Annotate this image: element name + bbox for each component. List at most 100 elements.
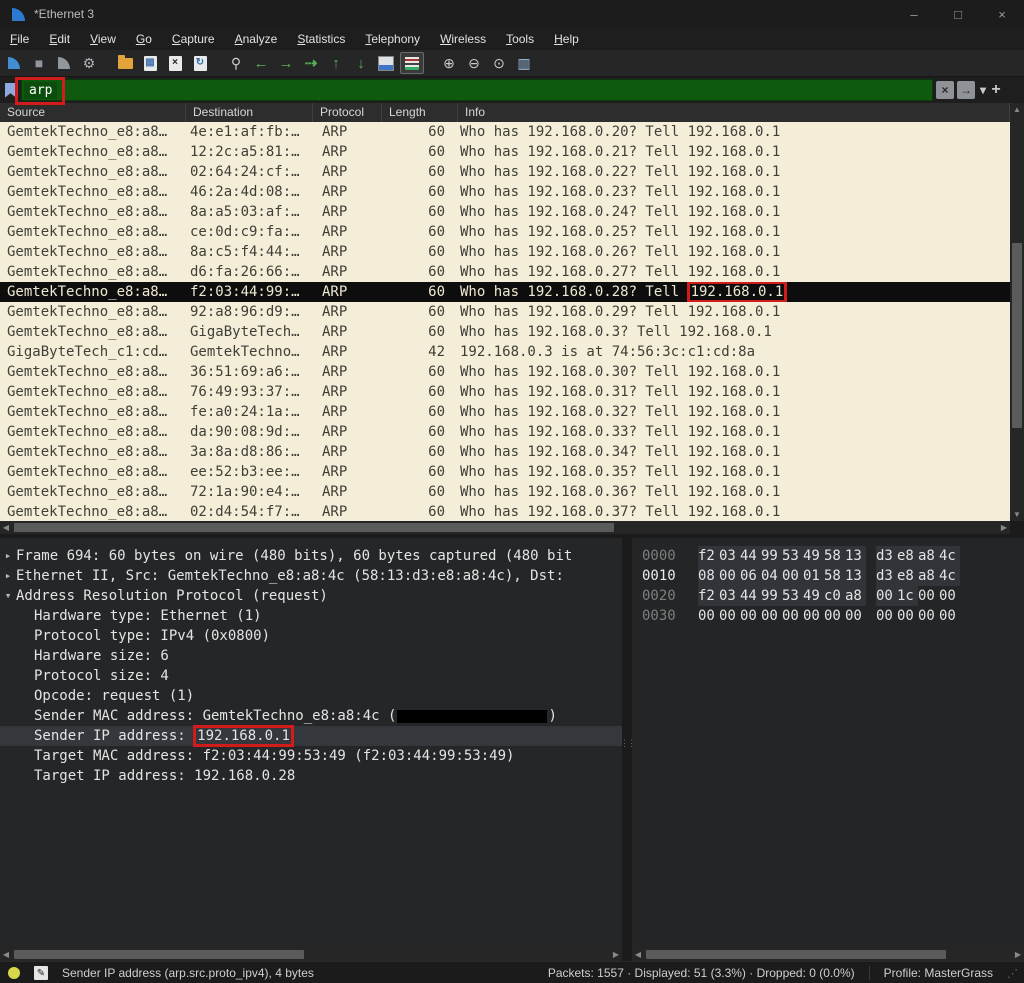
table-row[interactable]: GemtekTechno_e8:a8…12:2c:a5:81:…ARP60Who… (0, 142, 1010, 162)
packet-list-hscrollbar[interactable]: ◀ ▶ (0, 521, 1010, 534)
colorize-list-icon[interactable] (400, 52, 424, 74)
column-header-info[interactable]: Info (458, 103, 1010, 122)
table-row[interactable]: GemtekTechno_e8:a8…d6:fa:26:66:…ARP60Who… (0, 262, 1010, 282)
expert-info-icon[interactable] (8, 967, 20, 979)
table-row[interactable]: GemtekTechno_e8:a8…ce:0d:c9:fa:…ARP60Who… (0, 222, 1010, 242)
table-row[interactable]: GemtekTechno_e8:a8…02:d4:54:f7:…ARP60Who… (0, 502, 1010, 521)
resize-columns-icon[interactable]: ▥ (513, 53, 535, 73)
expander-icon[interactable]: ▸ (0, 546, 16, 566)
scroll-up-icon[interactable]: ▲ (1010, 105, 1024, 114)
details-hscrollbar[interactable]: ◀ ▶ (0, 948, 622, 961)
filter-dropdown[interactable]: ▾ (978, 81, 988, 99)
detail-line[interactable]: Protocol type: IPv4 (0x0800) (0, 626, 622, 646)
table-row[interactable]: GemtekTechno_e8:a8…36:51:69:a6:…ARP60Who… (0, 362, 1010, 382)
table-row[interactable]: GemtekTechno_e8:a8…46:2a:4d:08:…ARP60Who… (0, 182, 1010, 202)
detail-line[interactable]: ▸Frame 694: 60 bytes on wire (480 bits),… (0, 546, 622, 566)
table-row[interactable]: GemtekTechno_e8:a8…72:1a:90:e4:…ARP60Who… (0, 482, 1010, 502)
find-packet-icon[interactable]: ⚲ (225, 53, 247, 73)
minimize-button[interactable]: – (892, 0, 936, 28)
menu-wireless[interactable]: Wireless (430, 30, 496, 48)
file-close-icon[interactable]: × (164, 53, 186, 73)
display-filter-input[interactable]: arp (21, 79, 933, 101)
hex-row[interactable]: 0030000000000000000000000000 (642, 606, 1024, 626)
menu-statistics[interactable]: Statistics (287, 30, 355, 48)
apply-filter[interactable]: → (957, 81, 975, 99)
scroll-right-icon[interactable]: ▶ (998, 523, 1010, 532)
table-row[interactable]: GemtekTechno_e8:a8…3a:8a:d8:86:…ARP60Who… (0, 442, 1010, 462)
detail-line[interactable]: Sender MAC address: GemtekTechno_e8:a8:4… (0, 706, 622, 726)
zoom-out-icon[interactable]: ⊖ (463, 53, 485, 73)
bytes-hscrollbar[interactable]: ◀ ▶ (632, 948, 1024, 961)
table-row[interactable]: GemtekTechno_e8:a8…8a:a5:03:af:…ARP60Who… (0, 202, 1010, 222)
menu-view[interactable]: View (80, 30, 126, 48)
detail-line[interactable]: ▾Address Resolution Protocol (request) (0, 586, 622, 606)
table-row[interactable]: GemtekTechno_e8:a8…76:49:93:37:…ARP60Who… (0, 382, 1010, 402)
menu-help[interactable]: Help (544, 30, 589, 48)
menu-edit[interactable]: Edit (39, 30, 80, 48)
menu-tools[interactable]: Tools (496, 30, 544, 48)
scroll-left-icon[interactable]: ◀ (632, 950, 644, 959)
hex-row[interactable]: 0020f20344995349c0a8001c0000 (642, 586, 1024, 606)
scroll-thumb[interactable] (646, 950, 946, 959)
table-row[interactable]: GemtekTechno_e8:a8…ee:52:b3:ee:…ARP60Who… (0, 462, 1010, 482)
file-reload-icon[interactable]: ↻ (189, 53, 211, 73)
go-last-packet-icon[interactable]: ↓ (350, 53, 372, 73)
detail-line[interactable]: ▸Ethernet II, Src: GemtekTechno_e8:a8:4c… (0, 566, 622, 586)
capture-options-icon[interactable]: ⚙ (78, 53, 100, 73)
column-header-length[interactable]: Length (382, 103, 458, 122)
expander-icon[interactable]: ▸ (0, 566, 16, 586)
hex-row[interactable]: 0000f203449953495813d3e8a84c (642, 546, 1024, 566)
capture-start-icon[interactable] (3, 53, 25, 73)
go-first-packet-icon[interactable]: ↑ (325, 53, 347, 73)
packet-list-vscrollbar[interactable]: ▲ ▼ (1010, 103, 1024, 521)
go-to-packet-icon[interactable]: ⇢ (300, 53, 322, 73)
detail-line[interactable]: Target IP address: 192.168.0.28 (0, 766, 622, 786)
scroll-thumb[interactable] (14, 523, 614, 532)
menu-analyze[interactable]: Analyze (225, 30, 288, 48)
expander-icon[interactable]: ▾ (0, 586, 16, 606)
hex-row[interactable]: 00100800060400015813d3e8a84c (642, 566, 1024, 586)
table-row[interactable]: GemtekTechno_e8:a8…fe:a0:24:1a:…ARP60Who… (0, 402, 1010, 422)
pane-divider[interactable]: ⋮⋮ (622, 538, 632, 948)
detail-line[interactable]: Hardware type: Ethernet (1) (0, 606, 622, 626)
detail-line[interactable]: Hardware size: 6 (0, 646, 622, 666)
maximize-button[interactable]: □ (936, 0, 980, 28)
scroll-thumb[interactable] (1012, 243, 1022, 428)
add-filter-button[interactable]: + (991, 81, 1001, 99)
zoom-in-icon[interactable]: ⊕ (438, 53, 460, 73)
table-row[interactable]: GemtekTechno_e8:a8…02:64:24:cf:…ARP60Who… (0, 162, 1010, 182)
resize-grip-icon[interactable]: ⋰ (1007, 967, 1018, 980)
auto-scroll-icon[interactable] (375, 53, 397, 73)
file-save-icon[interactable]: ▦ (139, 53, 161, 73)
menu-capture[interactable]: Capture (162, 30, 225, 48)
menu-go[interactable]: Go (126, 30, 162, 48)
menu-telephony[interactable]: Telephony (355, 30, 430, 48)
scroll-down-icon[interactable]: ▼ (1010, 510, 1024, 519)
table-row[interactable]: GigaByteTech_c1:cd…GemtekTechno…ARP42192… (0, 342, 1010, 362)
detail-line[interactable]: Sender IP address: 192.168.0.1 (0, 726, 622, 746)
zoom-original-icon[interactable]: ⊙ (488, 53, 510, 73)
capture-comment-icon[interactable]: ✎ (34, 966, 48, 980)
detail-line[interactable]: Opcode: request (1) (0, 686, 622, 706)
table-row[interactable]: GemtekTechno_e8:a8…4e:e1:af:fb:…ARP60Who… (0, 122, 1010, 142)
table-row[interactable]: GemtekTechno_e8:a8…GigaByteTech…ARP60Who… (0, 322, 1010, 342)
detail-line[interactable]: Target MAC address: f2:03:44:99:53:49 (f… (0, 746, 622, 766)
scroll-right-icon[interactable]: ▶ (610, 950, 622, 959)
scroll-right-icon[interactable]: ▶ (1012, 950, 1024, 959)
table-row[interactable]: GemtekTechno_e8:a8…da:90:08:9d:…ARP60Who… (0, 422, 1010, 442)
file-open-icon[interactable] (114, 53, 136, 73)
close-button[interactable]: × (980, 0, 1024, 28)
column-header-protocol[interactable]: Protocol (313, 103, 382, 122)
go-forward-icon[interactable]: → (275, 53, 297, 73)
scroll-left-icon[interactable]: ◀ (0, 950, 12, 959)
capture-stop-icon[interactable]: ■ (28, 53, 50, 73)
go-back-icon[interactable]: ← (250, 53, 272, 73)
profile-label[interactable]: Profile: MasterGrass (884, 966, 993, 980)
detail-line[interactable]: Protocol size: 4 (0, 666, 622, 686)
menu-file[interactable]: File (0, 30, 39, 48)
clear-filter[interactable]: × (936, 81, 954, 99)
capture-restart-icon[interactable] (53, 53, 75, 73)
table-row[interactable]: GemtekTechno_e8:a8…8a:c5:f4:44:…ARP60Who… (0, 242, 1010, 262)
table-row[interactable]: GemtekTechno_e8:a8…92:a8:96:d9:…ARP60Who… (0, 302, 1010, 322)
scroll-thumb[interactable] (14, 950, 304, 959)
